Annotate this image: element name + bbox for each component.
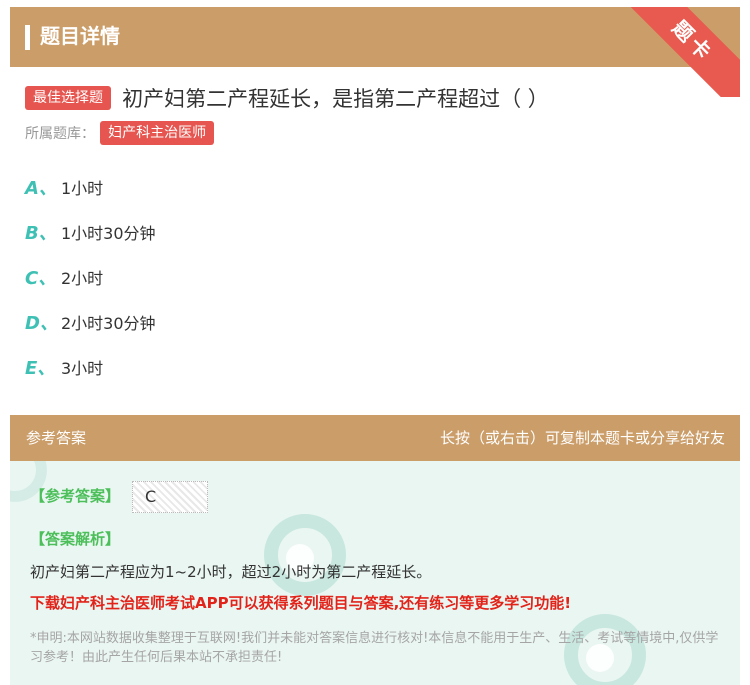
answer-header: 参考答案 长按（或右击）可复制本题卡或分享给好友	[10, 415, 740, 461]
header-accent-bar	[25, 25, 30, 50]
question-bank-tag[interactable]: 妇产科主治医师	[100, 121, 215, 145]
option-letter: B、	[25, 223, 57, 244]
disclaimer-text: *申明:本网站数据收集整理于互联网!我们并未能对答案信息进行核对!本信息不能用于…	[30, 631, 719, 665]
option-letter: E、	[25, 358, 56, 379]
option-letter: A、	[25, 178, 57, 199]
option-text: 1小时	[61, 179, 104, 198]
option-letter: D、	[25, 313, 58, 334]
watermark-logo-icon	[264, 514, 346, 596]
answer-value: C	[132, 481, 208, 513]
option-a[interactable]: A、 1小时	[25, 172, 103, 202]
option-text: 2小时	[61, 269, 104, 288]
explanation-label: 【答案解析】	[30, 530, 121, 548]
option-d[interactable]: D、 2小时30分钟	[25, 307, 156, 337]
option-text: 1小时30分钟	[61, 224, 156, 243]
question-row: 最佳选择题 初产妇第二产程延长，是指第二产程超过（ ）	[25, 83, 725, 117]
option-e[interactable]: E、 3小时	[25, 352, 103, 382]
option-c[interactable]: C、 2小时	[25, 262, 103, 292]
option-text: 2小时30分钟	[61, 314, 156, 333]
app-download-link[interactable]: 下载妇产科主治医师考试APP可以获得系列题目与答案,还有练习等更多学习功能!	[30, 592, 571, 613]
option-text: 3小时	[61, 359, 104, 378]
page-title: 题目详情	[40, 24, 120, 48]
answer-section-title: 参考答案	[26, 429, 87, 447]
question-bank-row: 所属题库： 妇产科主治医师	[25, 121, 215, 145]
answer-card: 参考答案 长按（或右击）可复制本题卡或分享给好友 【参考答案】 C 【答案解析】…	[10, 415, 740, 685]
question-bank-label: 所属题库：	[25, 126, 95, 142]
question-type-tag: 最佳选择题	[25, 86, 111, 110]
option-letter: C、	[25, 268, 57, 289]
option-b[interactable]: B、 1小时30分钟	[25, 217, 156, 247]
share-hint: 长按（或右击）可复制本题卡或分享给好友	[439, 429, 725, 447]
answer-label: 【参考答案】	[30, 487, 121, 505]
explanation-text: 初产妇第二产程应为1~2小时，超过2小时为第二产程延长。	[30, 563, 432, 581]
question-card: 题目详情 题卡 最佳选择题 初产妇第二产程延长，是指第二产程超过（ ） 所属题库…	[10, 7, 740, 402]
question-text: 初产妇第二产程延长，是指第二产程超过（ ）	[122, 87, 549, 111]
